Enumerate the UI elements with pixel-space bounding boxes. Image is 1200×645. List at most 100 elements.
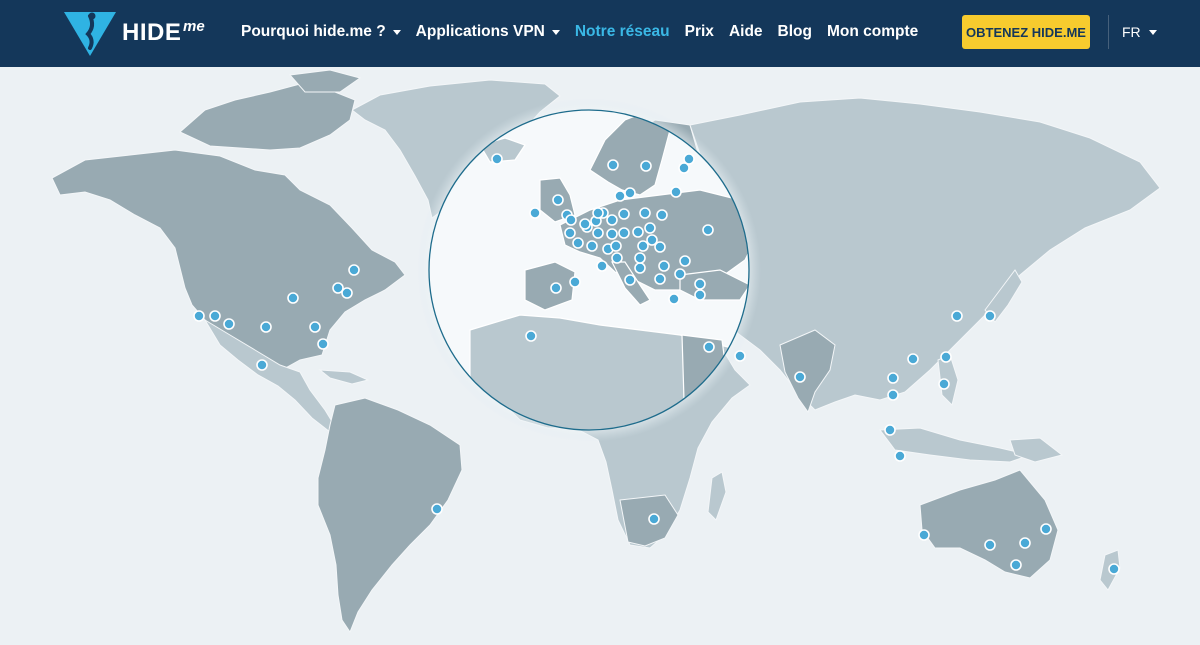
server-location-marker[interactable] (907, 353, 919, 365)
server-location-marker[interactable] (984, 539, 996, 551)
nav-item-label: Aide (728, 23, 763, 40)
server-location-marker[interactable] (606, 228, 618, 240)
server-location-marker[interactable] (618, 227, 630, 239)
nav-item-0[interactable]: Pourquoi hide.me ? (241, 23, 401, 41)
server-location-marker[interactable] (624, 274, 636, 286)
server-location-marker[interactable] (951, 310, 963, 322)
server-location-marker[interactable] (607, 159, 619, 171)
server-location-marker[interactable] (611, 252, 623, 264)
server-location-marker[interactable] (592, 227, 604, 239)
server-location-marker[interactable] (639, 207, 651, 219)
server-location-marker[interactable] (223, 318, 235, 330)
server-location-marker[interactable] (341, 287, 353, 299)
server-location-marker[interactable] (348, 264, 360, 276)
arctic-islands-shape (179, 83, 356, 151)
server-location-marker[interactable] (193, 310, 205, 322)
madagascar-shape (707, 471, 727, 521)
north-america-shape (51, 149, 406, 432)
server-location-marker[interactable] (702, 224, 714, 236)
server-location-marker[interactable] (887, 389, 899, 401)
server-location-marker[interactable] (579, 218, 591, 230)
server-location-marker[interactable] (256, 359, 268, 371)
server-location-marker[interactable] (658, 260, 670, 272)
server-location-marker[interactable] (634, 252, 646, 264)
server-location-marker[interactable] (794, 371, 806, 383)
server-location-marker[interactable] (887, 372, 899, 384)
server-location-marker[interactable] (606, 214, 618, 226)
server-location-marker[interactable] (654, 241, 666, 253)
server-location-marker[interactable] (938, 378, 950, 390)
nav-item-6[interactable]: Mon compte (827, 23, 918, 41)
server-location-marker[interactable] (637, 240, 649, 252)
server-location-marker[interactable] (694, 278, 706, 290)
server-location-marker[interactable] (648, 513, 660, 525)
server-location-marker[interactable] (596, 260, 608, 272)
language-selector[interactable]: FR (1122, 24, 1157, 40)
australia-shape (919, 469, 1059, 579)
server-location-marker[interactable] (431, 503, 443, 515)
nav-item-label: Pourquoi hide.me ? (241, 23, 386, 40)
server-location-marker[interactable] (624, 187, 636, 199)
server-location-marker[interactable] (491, 153, 503, 165)
server-location-marker[interactable] (674, 268, 686, 280)
server-location-marker[interactable] (564, 227, 576, 239)
nav-item-label: Applications VPN (415, 23, 545, 40)
server-location-marker[interactable] (586, 240, 598, 252)
nav-item-label: Prix (684, 23, 714, 40)
server-location-marker[interactable] (634, 262, 646, 274)
hideme-logo[interactable]: HIDE me (62, 6, 222, 58)
logo-text: HIDE (122, 19, 182, 46)
logo-triangle-icon (64, 12, 116, 56)
nav-item-label: Blog (777, 23, 812, 40)
server-location-marker[interactable] (940, 351, 952, 363)
server-location-marker[interactable] (317, 338, 329, 350)
server-location-marker[interactable] (572, 237, 584, 249)
server-location-marker[interactable] (1010, 559, 1022, 571)
get-hideme-button[interactable]: OBTENEZ HIDE.ME (962, 15, 1090, 49)
server-location-marker[interactable] (1040, 523, 1052, 535)
server-location-marker[interactable] (209, 310, 221, 322)
server-location-marker[interactable] (678, 162, 690, 174)
server-location-marker[interactable] (884, 424, 896, 436)
server-location-marker[interactable] (287, 292, 299, 304)
server-location-marker[interactable] (670, 186, 682, 198)
server-location-marker[interactable] (632, 226, 644, 238)
nav-item-3[interactable]: Prix (685, 23, 714, 41)
server-location-marker[interactable] (552, 194, 564, 206)
server-location-marker[interactable] (565, 214, 577, 226)
server-location-marker[interactable] (894, 450, 906, 462)
server-location-marker[interactable] (569, 276, 581, 288)
top-navbar: HIDE me Pourquoi hide.me ? Applications V… (0, 0, 1200, 67)
server-location-marker[interactable] (260, 321, 272, 333)
server-location-marker[interactable] (644, 222, 656, 234)
server-location-marker[interactable] (668, 293, 680, 305)
chevron-down-icon (392, 29, 401, 35)
server-location-marker[interactable] (918, 529, 930, 541)
server-location-marker[interactable] (734, 350, 746, 362)
nav-item-4[interactable]: Aide (729, 23, 763, 41)
server-location-marker[interactable] (654, 273, 666, 285)
server-location-marker[interactable] (618, 208, 630, 220)
server-location-marker[interactable] (592, 207, 604, 219)
server-location-marker[interactable] (703, 341, 715, 353)
nav-item-1[interactable]: Applications VPN (416, 23, 560, 41)
server-location-marker[interactable] (525, 330, 537, 342)
server-location-marker[interactable] (529, 207, 541, 219)
nav-item-5[interactable]: Blog (778, 23, 812, 41)
nav-item-2[interactable]: Notre réseau (575, 23, 670, 41)
server-location-marker[interactable] (656, 209, 668, 221)
server-location-marker[interactable] (309, 321, 321, 333)
europe-magnifier (417, 98, 761, 442)
language-label: FR (1122, 24, 1141, 40)
server-location-marker[interactable] (1019, 537, 1031, 549)
server-location-marker[interactable] (640, 160, 652, 172)
server-location-marker[interactable] (610, 240, 622, 252)
server-location-marker[interactable] (1108, 563, 1120, 575)
server-location-marker[interactable] (984, 310, 996, 322)
server-location-marker[interactable] (694, 289, 706, 301)
nav-item-label: Mon compte (826, 23, 919, 40)
server-location-marker[interactable] (679, 255, 691, 267)
south-america-shape (317, 397, 463, 634)
server-location-marker[interactable] (550, 282, 562, 294)
server-location-marker[interactable] (614, 190, 626, 202)
